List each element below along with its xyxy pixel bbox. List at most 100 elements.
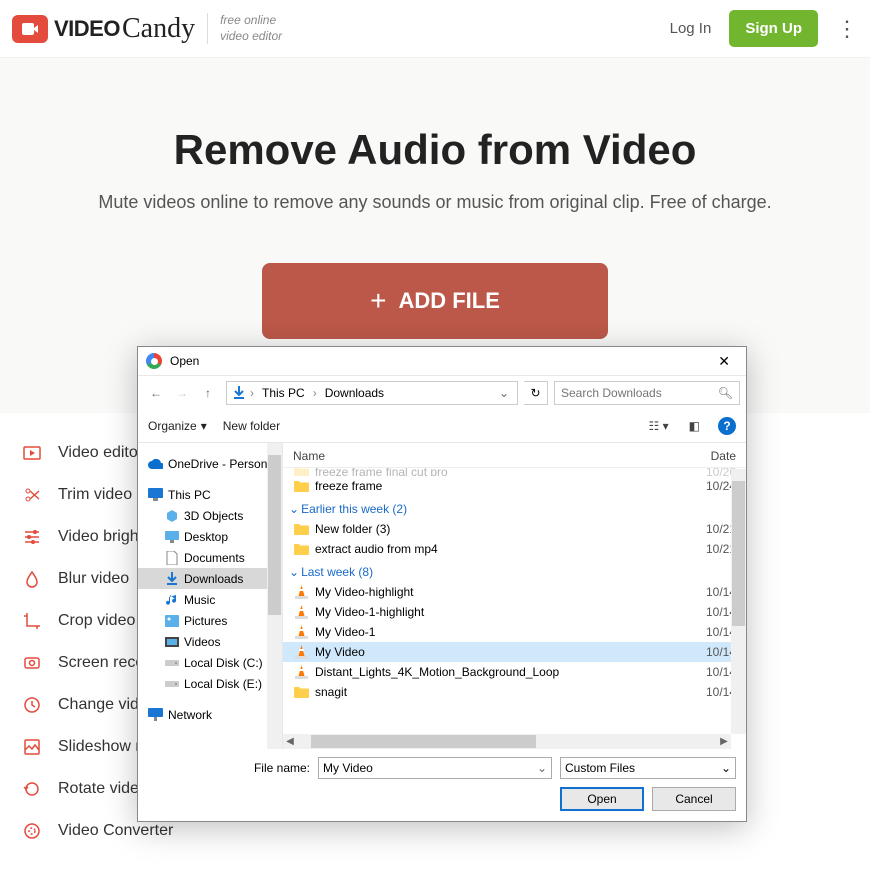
- folder-type-icon: [164, 613, 179, 628]
- tree-item[interactable]: Music: [138, 589, 282, 610]
- back-icon[interactable]: ←: [144, 381, 168, 405]
- file-row[interactable]: freeze frame10/24: [283, 476, 746, 496]
- open-button[interactable]: Open: [560, 787, 644, 811]
- tree-label: Local Disk (E:): [184, 677, 262, 691]
- file-row[interactable]: snagit10/14: [283, 682, 746, 702]
- downloads-icon: [231, 385, 246, 400]
- tool-icon: [22, 527, 42, 547]
- chevron-down-icon[interactable]: ⌄: [537, 761, 547, 775]
- tree-item[interactable]: Pictures: [138, 610, 282, 631]
- tree-label: Documents: [184, 551, 245, 565]
- logo-text-2: Candy: [122, 13, 195, 45]
- new-folder-button[interactable]: New folder: [223, 419, 280, 433]
- tree-scrollbar[interactable]: [267, 443, 282, 749]
- folder-type-icon: [164, 676, 179, 691]
- site-header: VIDEO Candy free onlinevideo editor Log …: [0, 0, 870, 58]
- file-row[interactable]: My Video10/14: [283, 642, 746, 662]
- file-name: freeze frame: [315, 479, 700, 493]
- tool-label: Trim video: [58, 486, 132, 504]
- tree-item[interactable]: Videos: [138, 631, 282, 652]
- monitor-icon: [148, 487, 163, 502]
- file-row[interactable]: freeze frame final cut pro10/26: [283, 468, 746, 476]
- tool-icon: [22, 443, 42, 463]
- chevron-down-icon[interactable]: ⌄: [495, 386, 513, 400]
- refresh-icon[interactable]: ↻: [524, 381, 548, 405]
- group-last-week[interactable]: ⌄Last week (8): [283, 559, 746, 582]
- login-link[interactable]: Log In: [670, 20, 712, 37]
- tree-item[interactable]: 3D Objects: [138, 505, 282, 526]
- folder-type-icon: [164, 550, 179, 565]
- tree-label: Videos: [184, 635, 220, 649]
- folder-icon: [293, 468, 309, 476]
- organize-menu[interactable]: Organize ▾: [148, 419, 207, 433]
- breadcrumb-item[interactable]: This PC: [258, 386, 309, 400]
- file-list-header[interactable]: Name Date: [283, 443, 746, 468]
- file-row[interactable]: New folder (3)10/21: [283, 519, 746, 539]
- file-type-filter[interactable]: Custom Files⌄: [560, 757, 736, 779]
- search-icon[interactable]: 🔍︎: [718, 386, 733, 400]
- chevron-down-icon[interactable]: ⌄: [721, 761, 731, 775]
- folder-type-icon: [164, 571, 179, 586]
- group-earlier-this-week[interactable]: ⌄Earlier this week (2): [283, 496, 746, 519]
- preview-pane-icon[interactable]: ◧: [687, 419, 702, 433]
- folder-type-icon: [164, 529, 179, 544]
- tree-item[interactable]: Local Disk (C:): [138, 652, 282, 673]
- view-icon[interactable]: ☷ ▾: [647, 419, 671, 433]
- folder-icon: [293, 478, 309, 494]
- file-name: My Video: [315, 645, 700, 659]
- folder-type-icon: [164, 655, 179, 670]
- filename-input[interactable]: My Video⌄: [318, 757, 552, 779]
- file-open-dialog: Open ✕ ← → ↑ › This PC › Downloads ⌄ ↻ 🔍…: [137, 346, 747, 822]
- file-name: extract audio from mp4: [315, 542, 700, 556]
- tool-icon: [22, 821, 42, 841]
- signup-button[interactable]: Sign Up: [729, 10, 818, 47]
- add-file-button[interactable]: + ADD FILE: [262, 263, 608, 339]
- tree-label: Downloads: [184, 572, 243, 586]
- up-icon[interactable]: ↑: [196, 381, 220, 405]
- file-name: My Video-1-highlight: [315, 605, 700, 619]
- tree-label: 3D Objects: [184, 509, 243, 523]
- menu-icon[interactable]: ⋮: [836, 16, 858, 42]
- tree-label: Local Disk (C:): [184, 656, 263, 670]
- file-row[interactable]: My Video-110/14: [283, 622, 746, 642]
- chrome-icon: [146, 353, 162, 369]
- tree-item[interactable]: Desktop: [138, 526, 282, 547]
- file-row[interactable]: My Video-highlight10/14: [283, 582, 746, 602]
- vlc-icon: [293, 624, 309, 640]
- tool-label: Rotate video: [58, 780, 148, 798]
- files-h-scrollbar[interactable]: ◀ ▶: [283, 734, 731, 749]
- col-date[interactable]: Date: [711, 449, 736, 463]
- logo-icon: [12, 15, 48, 43]
- cancel-button[interactable]: Cancel: [652, 787, 736, 811]
- tree-item[interactable]: Downloads: [138, 568, 282, 589]
- file-row[interactable]: extract audio from mp410/21: [283, 539, 746, 559]
- tool-label: Crop video: [58, 612, 135, 630]
- file-name: My Video-highlight: [315, 585, 700, 599]
- tree-item[interactable]: Documents: [138, 547, 282, 568]
- folder-icon: [293, 684, 309, 700]
- breadcrumb[interactable]: › This PC › Downloads ⌄: [226, 381, 518, 405]
- file-list: Name Date freeze frame final cut pro10/2…: [283, 443, 746, 749]
- search-input[interactable]: [561, 386, 718, 400]
- close-icon[interactable]: ✕: [710, 351, 738, 372]
- filename-label: File name:: [148, 761, 310, 775]
- file-row[interactable]: My Video-1-highlight10/14: [283, 602, 746, 622]
- tree-network[interactable]: Network: [138, 704, 282, 725]
- file-name: snagit: [315, 685, 700, 699]
- file-row[interactable]: Distant_Lights_4K_Motion_Background_Loop…: [283, 662, 746, 682]
- col-name[interactable]: Name: [293, 449, 711, 463]
- tree-onedrive[interactable]: OneDrive - Personal: [138, 453, 282, 474]
- dialog-toolbar: Organize ▾ New folder ☷ ▾ ◧ ?: [138, 409, 746, 443]
- search-box[interactable]: 🔍︎: [554, 381, 740, 405]
- tool-item[interactable]: Video Converter: [22, 821, 848, 841]
- tool-icon: [22, 611, 42, 631]
- tree-this-pc[interactable]: This PC: [138, 484, 282, 505]
- breadcrumb-item[interactable]: Downloads: [321, 386, 388, 400]
- tree-item[interactable]: Local Disk (E:): [138, 673, 282, 694]
- tool-icon: [22, 779, 42, 799]
- files-v-scrollbar[interactable]: [731, 469, 746, 734]
- vlc-icon: [293, 584, 309, 600]
- vlc-icon: [293, 644, 309, 660]
- help-icon[interactable]: ?: [718, 417, 736, 435]
- tool-icon: [22, 569, 42, 589]
